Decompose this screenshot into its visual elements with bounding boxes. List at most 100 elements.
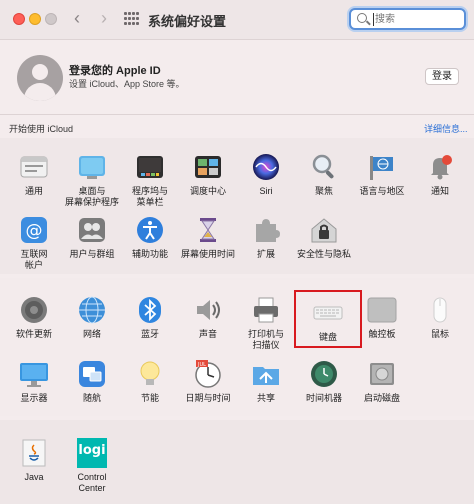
spotlight-icon — [309, 152, 339, 182]
pref-pane-language[interactable]: 语言与地区 — [353, 152, 411, 197]
trackpad-icon — [367, 295, 397, 325]
svg-text:@: @ — [26, 221, 43, 241]
language-icon — [367, 152, 397, 182]
pref-pane-globe[interactable]: 网络 — [63, 295, 121, 340]
bell-icon — [425, 152, 455, 182]
pref-pane-label: 共享 — [256, 393, 275, 403]
pref-pane-label: 显示器 — [20, 393, 48, 403]
pref-pane-desktop[interactable]: 桌面与 屏幕保护程序 — [63, 152, 121, 208]
window-title: 系统偏好设置 — [148, 14, 227, 29]
time-machine-icon — [309, 359, 339, 389]
pref-pane-siri[interactable]: Siri — [237, 152, 295, 197]
pref-pane-accessibility[interactable]: 辅助功能 — [121, 215, 179, 260]
pref-pane-label: 调度中心 — [189, 186, 226, 196]
apple-id-title[interactable]: 登录您的 Apple ID — [69, 62, 161, 78]
pref-pane-label: Control Center — [77, 472, 107, 493]
pref-pane-label: 网络 — [82, 329, 101, 339]
pref-pane-label: 随航 — [82, 393, 101, 403]
pref-pane-label: 时间机器 — [305, 393, 342, 403]
pref-pane-mission-control[interactable]: 调度中心 — [179, 152, 237, 197]
close-button[interactable] — [13, 13, 25, 25]
printer-icon — [251, 295, 281, 325]
software-update-icon — [19, 295, 49, 325]
pref-pane-bulb[interactable]: 节能 — [121, 359, 179, 404]
bluetooth-icon — [135, 295, 165, 325]
pref-pane-label: 语言与地区 — [359, 186, 405, 196]
siri-icon — [251, 152, 281, 182]
bulb-icon — [135, 359, 165, 389]
pref-pane-label: 打印机与 扫描仪 — [247, 329, 284, 350]
pref-pane-printer[interactable]: 打印机与 扫描仪 — [237, 295, 295, 351]
pref-pane-bluetooth[interactable]: 蓝牙 — [121, 295, 179, 340]
pref-pane-label: 节能 — [140, 393, 159, 403]
pref-pane-label: 日期与时间 — [185, 393, 231, 403]
icloud-label: 开始使用 iCloud — [9, 124, 74, 134]
pref-pane-logi[interactable]: logi Control Center — [63, 438, 121, 494]
pref-pane-label: 扩展 — [256, 249, 275, 259]
pref-pane-software-update[interactable]: 软件更新 — [5, 295, 63, 340]
pref-pane-display[interactable]: 显示器 — [5, 359, 63, 404]
speaker-icon — [193, 295, 223, 325]
pref-pane-mouse[interactable]: 鼠标 — [411, 295, 469, 340]
search-input[interactable] — [375, 11, 461, 27]
pref-pane-label: 屏幕使用时间 — [180, 249, 235, 259]
back-button[interactable]: ‹ — [68, 8, 86, 28]
pref-pane-label: 用户与群组 — [69, 249, 115, 259]
pref-pane-speaker[interactable]: 声音 — [179, 295, 237, 340]
accessibility-icon — [135, 215, 165, 245]
logi-icon: logi — [77, 438, 107, 468]
pref-pane-disk[interactable]: 启动磁盘 — [353, 359, 411, 404]
general-icon — [19, 152, 49, 182]
at-icon: @ — [19, 215, 49, 245]
forward-button[interactable]: › — [95, 8, 113, 28]
pref-pane-sidecar[interactable]: 随航 — [63, 359, 121, 404]
show-all-grid-icon[interactable] — [124, 12, 140, 26]
pref-pane-general[interactable]: 通用 — [5, 152, 63, 197]
pref-pane-label: 程序坞与 菜单栏 — [131, 186, 168, 207]
details-link[interactable]: 详细信息... — [424, 122, 468, 135]
title-bar: ‹ › 系统偏好设置 — [0, 0, 474, 40]
users-icon — [77, 215, 107, 245]
login-button[interactable]: 登录 — [425, 68, 459, 85]
pref-pane-label: 辅助功能 — [131, 249, 168, 259]
pref-pane-label: 互联网 帐户 — [20, 249, 48, 270]
minimize-button[interactable] — [29, 13, 41, 25]
pref-pane-hourglass[interactable]: 屏幕使用时间 — [179, 215, 237, 260]
pref-pane-label: 聚焦 — [314, 186, 333, 196]
java-icon — [19, 438, 49, 468]
zoom-button[interactable] — [45, 13, 57, 25]
pref-pane-bell[interactable]: 通知 — [411, 152, 469, 197]
sidecar-icon — [77, 359, 107, 389]
avatar[interactable] — [17, 55, 63, 101]
pref-pane-label: 安全性与隐私 — [296, 249, 351, 259]
pref-pane-house-lock[interactable]: 安全性与隐私 — [295, 215, 353, 260]
search-icon — [357, 13, 367, 23]
pref-pane-label: 桌面与 屏幕保护程序 — [64, 186, 119, 207]
pref-pane-users[interactable]: 用户与群组 — [63, 215, 121, 260]
pref-pane-label: 声音 — [198, 329, 217, 339]
search-field[interactable] — [349, 8, 466, 30]
pref-pane-label: 通知 — [430, 186, 449, 196]
pref-pane-at[interactable]: @ 互联网 帐户 — [5, 215, 63, 271]
pref-pane-label: 软件更新 — [15, 329, 52, 339]
pref-pane-spotlight[interactable]: 聚焦 — [295, 152, 353, 197]
pref-pane-label: 启动磁盘 — [363, 393, 400, 403]
svg-text:JUL: JUL — [197, 362, 206, 368]
pref-pane-label: Siri — [259, 186, 273, 196]
clock-icon: JUL — [193, 359, 223, 389]
pref-pane-java[interactable]: Java — [5, 438, 63, 483]
pref-pane-label: 蓝牙 — [140, 329, 159, 339]
pref-pane-sharing[interactable]: 共享 — [237, 359, 295, 404]
logi-logo-text: logi — [78, 443, 106, 458]
mission-control-icon — [193, 152, 223, 182]
globe-icon — [77, 295, 107, 325]
disk-icon — [367, 359, 397, 389]
pref-pane-clock[interactable]: JUL 日期与时间 — [179, 359, 237, 404]
divider — [0, 114, 474, 115]
pref-pane-time-machine[interactable]: 时间机器 — [295, 359, 353, 404]
pref-pane-label: 鼠标 — [430, 329, 449, 339]
hourglass-icon — [193, 215, 223, 245]
mouse-icon — [425, 295, 455, 325]
pref-pane-dock[interactable]: 程序坞与 菜单栏 — [121, 152, 179, 208]
pref-pane-puzzle[interactable]: 扩展 — [237, 215, 295, 260]
